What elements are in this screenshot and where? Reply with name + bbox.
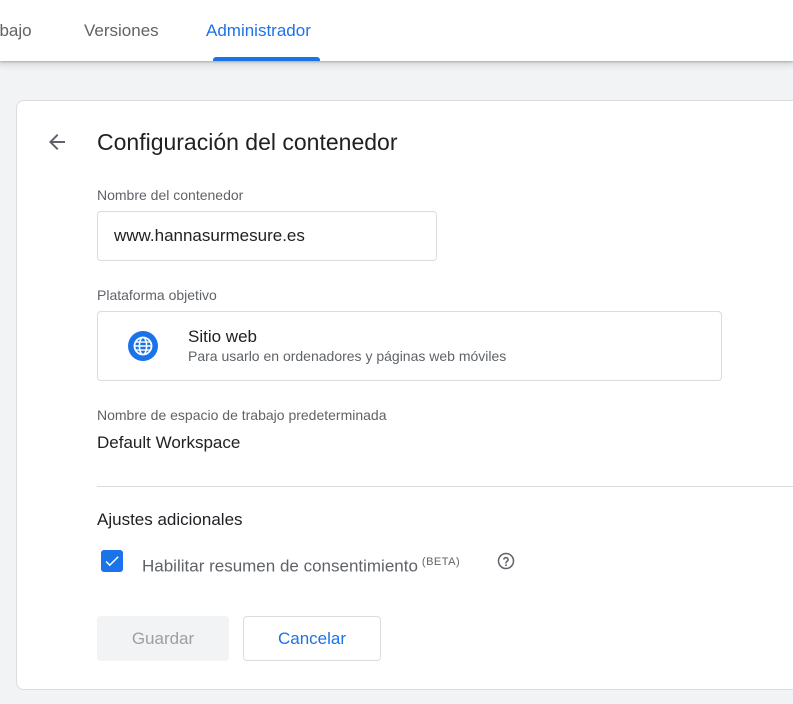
platform-label: Plataforma objetivo (97, 287, 217, 303)
save-button[interactable]: Guardar (97, 616, 229, 661)
page-title: Configuración del contenedor (97, 129, 398, 155)
section-divider (97, 486, 793, 487)
workspace-label: Nombre de espacio de trabajo predetermin… (97, 407, 387, 423)
cancel-button[interactable]: Cancelar (243, 616, 381, 661)
help-icon[interactable] (497, 552, 515, 570)
tab-admin[interactable]: Administrador (206, 0, 311, 61)
beta-badge: (BETA) (421, 556, 461, 568)
active-tab-indicator (213, 57, 320, 61)
platform-title: Sitio web (188, 327, 257, 346)
container-name-label: Nombre del contenedor (97, 187, 244, 203)
tab-workspace[interactable]: abajo (0, 0, 32, 61)
arrow-back-icon (49, 134, 65, 150)
consent-checkbox[interactable] (101, 550, 123, 572)
consent-label[interactable]: Habilitar resumen de consentimiento (BETA… (142, 556, 460, 577)
check-icon (105, 556, 119, 567)
globe-icon (128, 331, 158, 361)
top-tab-bar: abajo Versiones Administrador (0, 0, 793, 61)
platform-description: Para usarlo en ordenadores y páginas web… (188, 348, 507, 364)
additional-settings-title: Ajustes adicionales (97, 510, 243, 529)
tab-versions[interactable]: Versiones (84, 0, 159, 61)
workspace-value: Default Workspace (97, 433, 241, 452)
back-button[interactable] (40, 128, 74, 156)
container-name-input[interactable] (97, 211, 437, 261)
consent-label-text: Habilitar resumen de consentimiento (142, 556, 418, 576)
